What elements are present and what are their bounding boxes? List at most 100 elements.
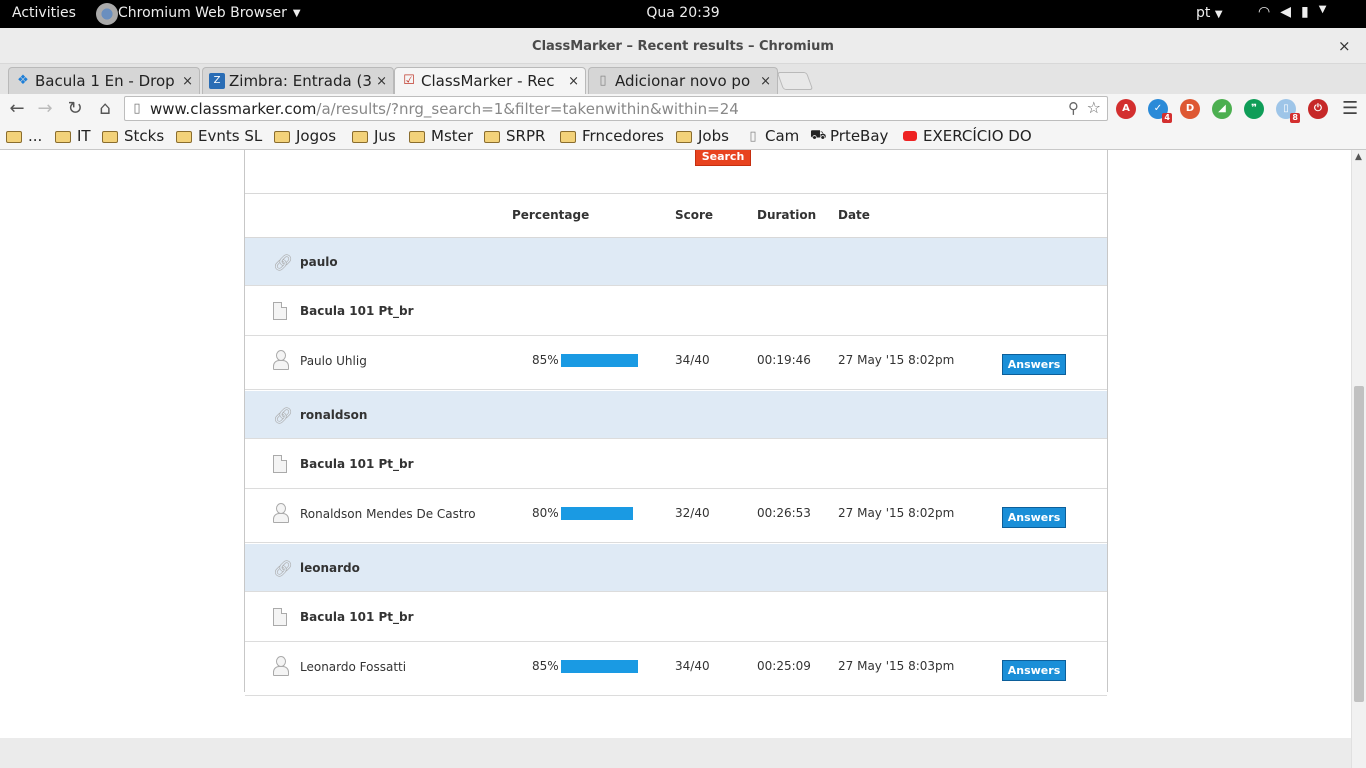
zimbra-icon: Z xyxy=(209,73,225,89)
bookmark-label: Stcks xyxy=(124,127,165,145)
back-arrow-icon[interactable]: ← xyxy=(6,98,28,119)
duckduckgo-icon[interactable]: D xyxy=(1180,99,1200,119)
power-icon[interactable]: ⏻ xyxy=(1308,99,1328,119)
percentage-bar xyxy=(561,507,633,520)
test-name: Bacula 101 Pt_br xyxy=(300,610,414,624)
language-label: pt xyxy=(1196,5,1211,21)
tab-adicionar[interactable]: ▯ Adicionar novo po × xyxy=(588,67,778,94)
tab-label: ClassMarker - Rec xyxy=(421,72,555,90)
test-row[interactable]: Bacula 101 Pt_br xyxy=(245,593,1107,642)
document-icon xyxy=(273,608,287,630)
answers-button[interactable]: Answers xyxy=(1002,354,1066,375)
tab-close-icon[interactable]: × xyxy=(760,74,771,89)
bookmark-label: Cam xyxy=(765,127,800,145)
user-icon xyxy=(273,503,289,525)
bookmark-label: Jobs xyxy=(698,127,729,145)
app-menu[interactable]: Chromium Web Browser ▼ xyxy=(96,3,301,25)
dropbox-icon: ❖ xyxy=(17,73,29,88)
tab-dropbox[interactable]: ❖ Bacula 1 En - Drop × xyxy=(8,67,200,94)
tab-strip: ❖ Bacula 1 En - Drop × Z Zimbra: Entrada… xyxy=(0,64,1366,94)
group-row[interactable]: 🔗︎ leonardo xyxy=(245,544,1107,592)
reload-icon[interactable]: ↻ xyxy=(64,98,86,119)
bookmark-label: ... xyxy=(28,127,43,145)
folder-icon xyxy=(6,131,22,143)
score-value: 34/40 xyxy=(675,659,710,673)
duration-value: 00:19:46 xyxy=(757,353,811,367)
bookmark-item[interactable]: Frncedores xyxy=(560,127,664,145)
pirate-ship-icon: ⛟ xyxy=(810,127,827,143)
adblock-icon[interactable]: A xyxy=(1116,99,1136,119)
divider xyxy=(245,193,1107,194)
language-menu[interactable]: pt ▼ xyxy=(1196,5,1223,21)
column-header-score[interactable]: Score xyxy=(675,208,713,222)
folder-icon xyxy=(102,131,118,143)
tab-close-icon[interactable]: × xyxy=(376,74,387,89)
date-value: 27 May '15 8:03pm xyxy=(838,659,955,673)
document-icon xyxy=(273,302,287,324)
bookmark-item[interactable]: Mster xyxy=(409,127,473,145)
bookmark-item[interactable]: Evnts SL xyxy=(176,127,262,145)
chrome-menu-icon[interactable]: ☰ xyxy=(1342,98,1358,119)
window-close-button[interactable]: × xyxy=(1338,37,1351,55)
bookmark-item[interactable]: ... xyxy=(6,127,42,145)
column-header-percentage[interactable]: Percentage xyxy=(512,208,589,222)
scrollbar-thumb[interactable] xyxy=(1354,386,1364,702)
scroll-up-arrow-icon[interactable]: ▲ xyxy=(1355,152,1362,162)
column-header-duration[interactable]: Duration xyxy=(757,208,816,222)
app-menu-label: Chromium Web Browser xyxy=(118,5,287,21)
page-info-icon[interactable]: ▯ xyxy=(128,101,146,116)
hangouts-icon[interactable]: ❞ xyxy=(1244,99,1264,119)
group-row[interactable]: 🔗︎ paulo xyxy=(245,238,1107,286)
folder-icon xyxy=(560,131,576,143)
column-header-date[interactable]: Date xyxy=(838,208,870,222)
home-icon[interactable]: ⌂ xyxy=(94,98,116,119)
result-row: Paulo Uhlig 85% 34/40 00:19:46 27 May '15 8:… xyxy=(245,336,1107,390)
test-row[interactable]: Bacula 101 Pt_br xyxy=(245,440,1107,489)
page-footer xyxy=(0,738,1351,768)
bookmark-item[interactable]: IT xyxy=(55,127,91,145)
bookmark-item[interactable]: Jobs xyxy=(676,127,729,145)
group-row[interactable]: 🔗︎ ronaldson xyxy=(245,391,1107,439)
bookmark-star-icon[interactable]: ☆ xyxy=(1087,98,1101,117)
folder-icon xyxy=(484,131,500,143)
result-row: Ronaldson Mendes De Castro 80% 32/40 00:26:… xyxy=(245,489,1107,543)
tab-zimbra[interactable]: Z Zimbra: Entrada (3 × xyxy=(202,67,394,94)
todo-icon[interactable]: ✓ 4 xyxy=(1148,99,1172,123)
bookmark-item[interactable]: EXERCÍCIO DO xyxy=(903,127,1041,145)
bookmark-item[interactable]: Stcks xyxy=(102,127,164,145)
forward-arrow-icon[interactable]: → xyxy=(34,98,56,119)
bookmarks-bar: ... IT Stcks Evnts SL Jogos Jus Mster SRPR Frnce… xyxy=(0,124,1366,150)
bookmark-item[interactable]: ⛟ PrteBay xyxy=(810,127,888,145)
bookmark-item[interactable]: SRPR xyxy=(484,127,545,145)
tab-close-icon[interactable]: × xyxy=(568,74,579,89)
document-icon: ▯ xyxy=(599,73,607,88)
zoom-icon[interactable]: ⚲ xyxy=(1068,99,1079,117)
answers-button[interactable]: Answers xyxy=(1002,660,1066,681)
page-scrollbar[interactable]: ▲ xyxy=(1351,150,1366,768)
docs-icon[interactable]: ▯ 8 xyxy=(1276,99,1300,123)
tab-close-icon[interactable]: × xyxy=(182,74,193,89)
youtube-icon xyxy=(903,131,917,141)
results-panel: Search Percentage Score Duration Date 🔗︎… xyxy=(244,150,1108,696)
system-tray[interactable]: ◠ ◀ ▮ ▼ xyxy=(1258,4,1326,20)
tab-label: Zimbra: Entrada (3 xyxy=(229,72,372,90)
window-title-bar: ClassMarker – Recent results – Chromium … xyxy=(0,28,1366,64)
test-row[interactable]: Bacula 101 Pt_br xyxy=(245,287,1107,336)
search-button[interactable]: Search xyxy=(695,150,751,166)
activities-button[interactable]: Activities xyxy=(12,5,76,21)
new-tab-button[interactable] xyxy=(776,72,814,90)
bookmark-item[interactable]: Jogos xyxy=(274,127,336,145)
folder-icon xyxy=(55,131,71,143)
test-name: Bacula 101 Pt_br xyxy=(300,304,414,318)
link-icon: 🔗︎ xyxy=(273,559,294,578)
link-icon: 🔗︎ xyxy=(273,406,294,425)
bookmark-item[interactable]: ▯ Cam xyxy=(745,127,799,145)
address-bar[interactable]: ▯ www.classmarker.com/a/results/?nrg_sea… xyxy=(124,96,1108,121)
bookmark-label: Jogos xyxy=(296,127,337,145)
tab-classmarker[interactable]: ☑ ClassMarker - Rec × xyxy=(394,67,586,94)
url-path: /a/results/?nrg_search=1&filter=takenwit… xyxy=(316,99,739,118)
score-value: 34/40 xyxy=(675,353,710,367)
answers-button[interactable]: Answers xyxy=(1002,507,1066,528)
bookmark-item[interactable]: Jus xyxy=(352,127,396,145)
signal-icon[interactable]: ◢ xyxy=(1212,99,1232,119)
